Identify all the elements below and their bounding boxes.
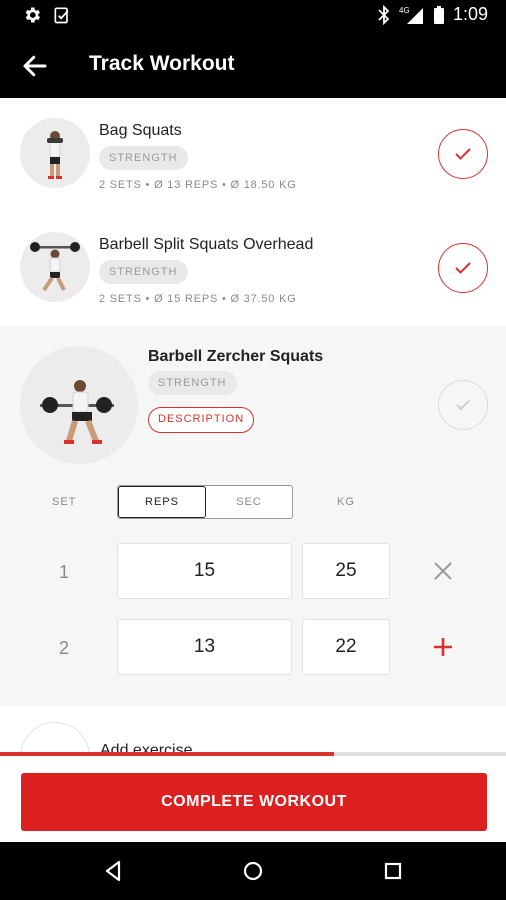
complete-check-button[interactable]: [438, 380, 488, 430]
remove-set-icon[interactable]: [428, 556, 458, 586]
reps-sec-toggle[interactable]: REPS SEC: [117, 485, 293, 519]
settings-icon: [25, 7, 40, 23]
toggle-reps[interactable]: REPS: [118, 486, 206, 518]
exercise-list[interactable]: Bag Squats STRENGTH 2 SETS • Ø 13 REPS •…: [0, 98, 506, 760]
clipboard-check-icon: [54, 7, 69, 24]
athlete-figure-icon: [47, 131, 63, 179]
exercise-name: Bag Squats: [99, 122, 182, 139]
nav-back-icon[interactable]: [99, 856, 129, 886]
system-nav-bar: [0, 842, 506, 900]
exercise-tag: STRENGTH: [99, 260, 188, 284]
nav-home-icon[interactable]: [238, 856, 268, 886]
app-bar: Track Workout: [0, 32, 506, 98]
exercise-thumbnail: [20, 232, 90, 302]
complete-check-button[interactable]: [438, 129, 488, 179]
exercise-item[interactable]: Barbell Split Squats Overhead STRENGTH 2…: [0, 212, 506, 326]
set-number: 1: [58, 562, 69, 582]
exercise-name: Barbell Zercher Squats: [148, 348, 324, 365]
complete-workout-button[interactable]: COMPLETE WORKOUT: [21, 773, 487, 831]
checkmark-icon: [455, 148, 471, 160]
exercise-name: Barbell Split Squats Overhead: [99, 236, 314, 253]
athlete-figure-icon: [30, 242, 80, 292]
kg-input[interactable]: 25: [302, 543, 390, 599]
kg-input[interactable]: 22: [302, 619, 390, 675]
checkmark-icon: [456, 400, 470, 411]
signal-icon: 4G: [399, 6, 423, 24]
column-header-set: SET: [52, 496, 77, 508]
exercise-summary: 2 SETS • Ø 13 REPS • Ø 18.50 KG: [99, 179, 297, 191]
exercise-thumbnail: [20, 346, 138, 464]
status-bar: 4G 1:09: [0, 0, 506, 32]
description-button[interactable]: DESCRIPTION: [148, 407, 255, 433]
toggle-sec[interactable]: SEC: [206, 486, 292, 518]
checkmark-icon: [455, 262, 471, 274]
column-header-kg: KG: [337, 496, 355, 508]
reps-input[interactable]: 15: [117, 543, 292, 599]
set-number: 2: [58, 638, 69, 658]
exercise-item[interactable]: Bag Squats STRENGTH 2 SETS • Ø 13 REPS •…: [0, 98, 506, 212]
bluetooth-icon: [378, 4, 390, 25]
add-set-icon[interactable]: [428, 632, 458, 662]
complete-check-button[interactable]: [438, 243, 488, 293]
exercise-summary: 2 SETS • Ø 15 REPS • Ø 37.50 KG: [99, 293, 297, 305]
exercise-thumbnail: [20, 118, 90, 188]
reps-input[interactable]: 13: [117, 619, 292, 675]
status-time: 1:09: [452, 4, 488, 24]
athlete-figure-icon: [40, 380, 114, 444]
battery-icon: [433, 5, 444, 24]
page-title: Track Workout: [89, 52, 235, 75]
exercise-tag: STRENGTH: [99, 146, 188, 170]
arrow-left-icon[interactable]: [20, 51, 50, 81]
exercise-tag: STRENGTH: [148, 371, 237, 395]
nav-recents-icon[interactable]: [378, 856, 408, 886]
bottom-action-area: COMPLETE WORKOUT: [0, 756, 506, 842]
network-label: 4G: [399, 6, 410, 15]
